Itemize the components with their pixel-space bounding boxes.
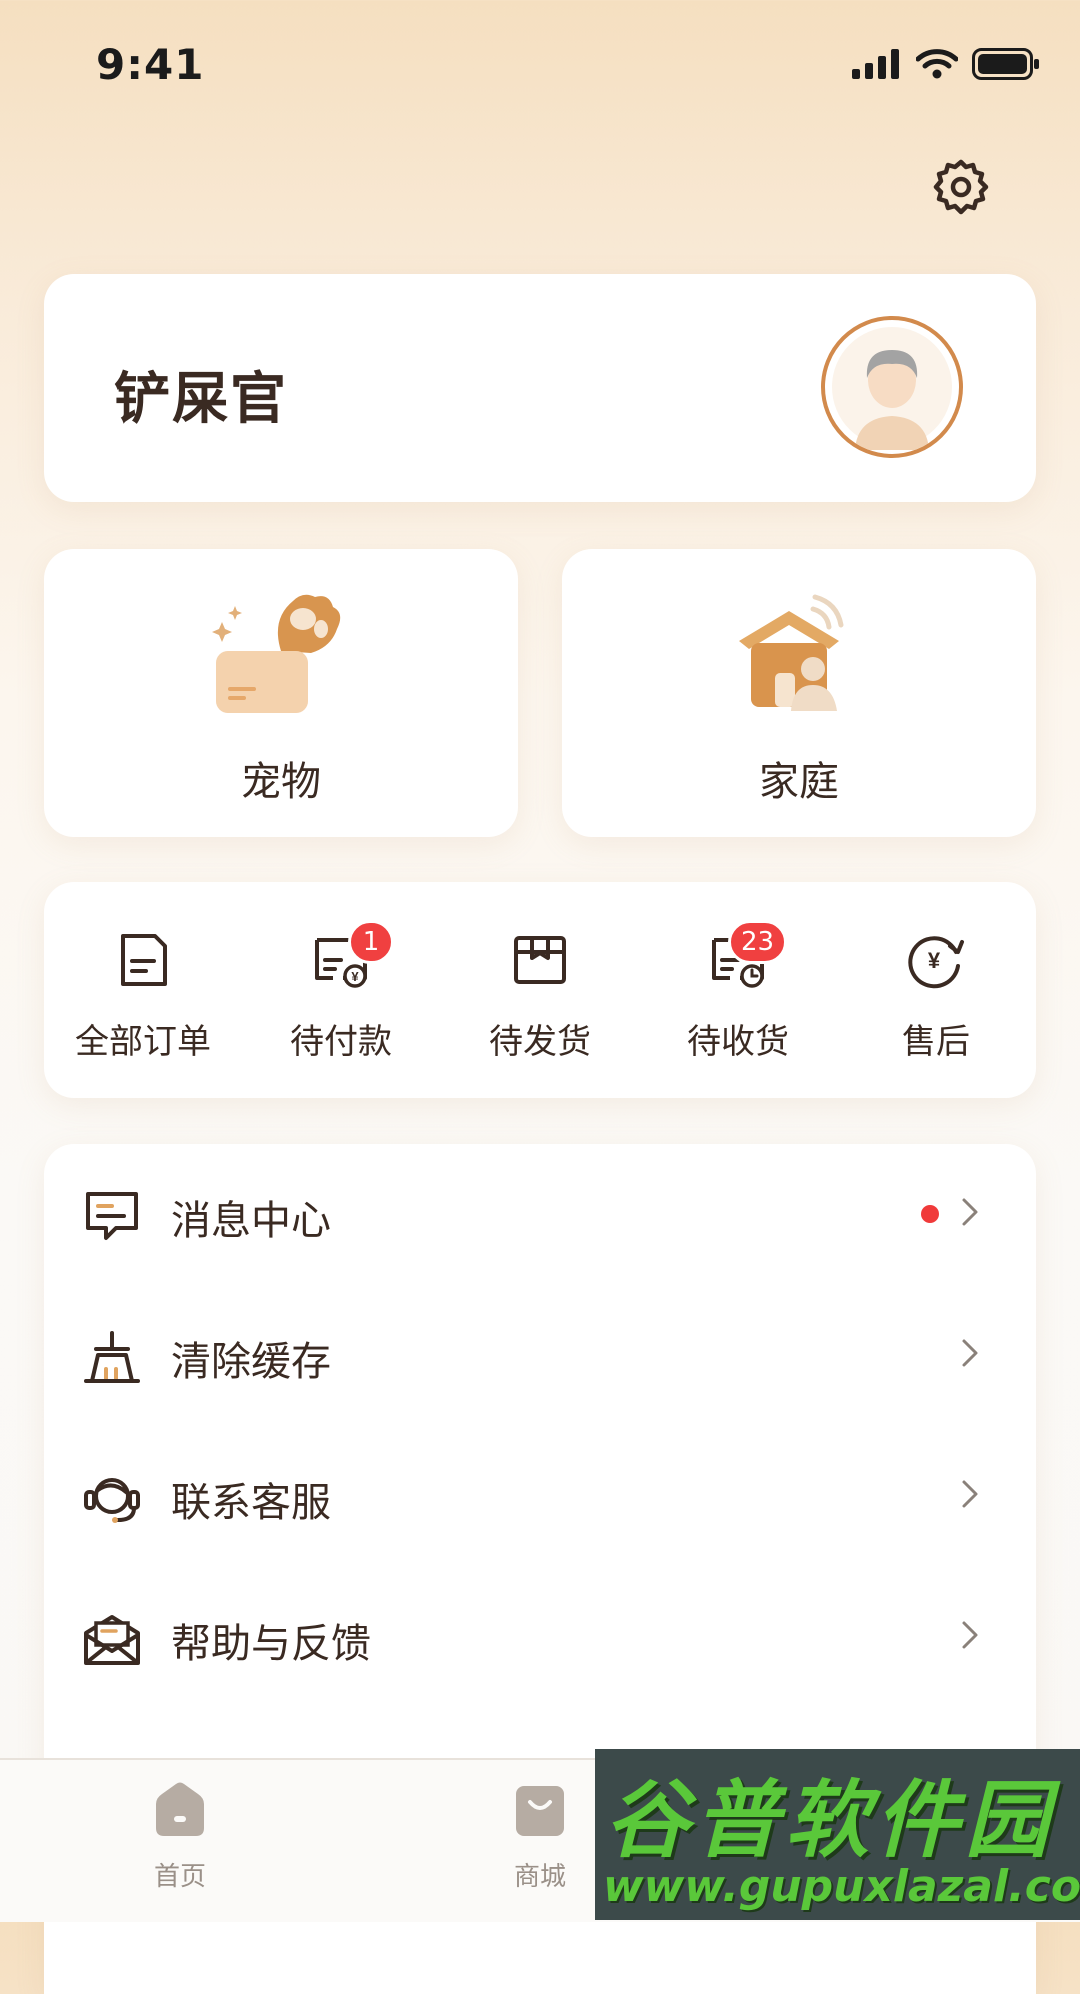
gear-icon: [933, 159, 989, 215]
headset-icon: [84, 1478, 140, 1523]
svg-text:¥: ¥: [928, 948, 941, 973]
watermark-title: 谷普软件园: [605, 1771, 1056, 1869]
order-pending-payment-label: 待付款: [290, 1022, 392, 1062]
chevron-right-icon: [962, 1621, 978, 1649]
after-sales-icon: ¥: [908, 936, 964, 989]
avatar[interactable]: [821, 316, 963, 458]
profile-card[interactable]: 铲屎官: [44, 274, 1036, 502]
family-tile[interactable]: 家庭: [562, 549, 1036, 837]
pending-payment-badge: 1: [348, 920, 394, 964]
order-pending-receipt[interactable]: 23 待收货: [648, 920, 828, 1070]
tab-home-label: 首页: [153, 1862, 206, 1892]
menu-item-help-feedback[interactable]: 帮助与反馈: [44, 1567, 1036, 1708]
watermark: 谷普软件园 www.gupuxlazal.com: [595, 1749, 1080, 1920]
pet-paw-icon: [212, 594, 341, 713]
family-house-icon: [739, 594, 844, 711]
tab-home[interactable]: 首页: [110, 1780, 250, 1893]
chevron-right-icon: [962, 1480, 978, 1508]
home-icon: [156, 1782, 204, 1836]
battery-icon: [972, 48, 1039, 80]
chevron-right-icon: [962, 1339, 978, 1367]
order-pending-shipment[interactable]: 待发货: [450, 930, 630, 1070]
settings-button[interactable]: [930, 158, 992, 220]
message-icon: [86, 1192, 138, 1240]
tab-shop[interactable]: 商城: [470, 1780, 610, 1893]
status-time: 9:41: [96, 40, 205, 89]
menu-label-clear-cache: 清除缓存: [171, 1339, 331, 1385]
envelope-icon: [84, 1615, 140, 1665]
menu-item-message-center[interactable]: 消息中心: [44, 1144, 1036, 1285]
tab-shop-label: 商城: [513, 1862, 566, 1892]
all-orders-icon: [121, 934, 167, 986]
username: 铲屎官: [114, 367, 288, 432]
menu-label-contact-support: 联系客服: [171, 1480, 331, 1526]
watermark-url: www.gupuxlazal.com: [603, 1861, 1080, 1912]
order-all-label: 全部订单: [75, 1022, 211, 1062]
orders-card: 全部订单 ¥ 1 待付款 待发货 23 待收货 ¥ 售后: [44, 882, 1036, 1098]
broom-icon: [84, 1331, 140, 1383]
status-bar: 9:41: [0, 0, 1080, 130]
svg-text:¥: ¥: [351, 969, 359, 984]
avatar-person-icon: [832, 327, 952, 450]
wifi-icon: [916, 49, 958, 79]
unread-dot: [921, 1205, 939, 1223]
order-pending-receipt-label: 待收货: [687, 1022, 789, 1062]
status-icons: [852, 48, 1040, 80]
menu-item-contact-support[interactable]: 联系客服: [44, 1426, 1036, 1567]
order-after-sales[interactable]: ¥ 售后: [846, 930, 1026, 1070]
menu-item-clear-cache[interactable]: 清除缓存: [44, 1285, 1036, 1426]
pending-receipt-badge: 23: [728, 920, 788, 964]
family-tile-label: 家庭: [759, 759, 839, 805]
chevron-right-icon: [962, 1198, 978, 1226]
order-pending-payment[interactable]: ¥ 1 待付款: [251, 920, 431, 1070]
pet-tile-label: 宠物: [241, 759, 321, 805]
order-after-sales-label: 售后: [902, 1022, 970, 1062]
menu-label-help-feedback: 帮助与反馈: [171, 1621, 371, 1667]
menu-label-message-center: 消息中心: [171, 1198, 331, 1244]
order-pending-shipment-label: 待发货: [489, 1022, 591, 1062]
pet-tile[interactable]: 宠物: [44, 549, 518, 837]
pending-shipment-icon: [514, 936, 566, 984]
shop-bag-icon: [516, 1786, 564, 1836]
order-all[interactable]: 全部订单: [53, 930, 233, 1070]
signal-icon: [852, 49, 899, 79]
